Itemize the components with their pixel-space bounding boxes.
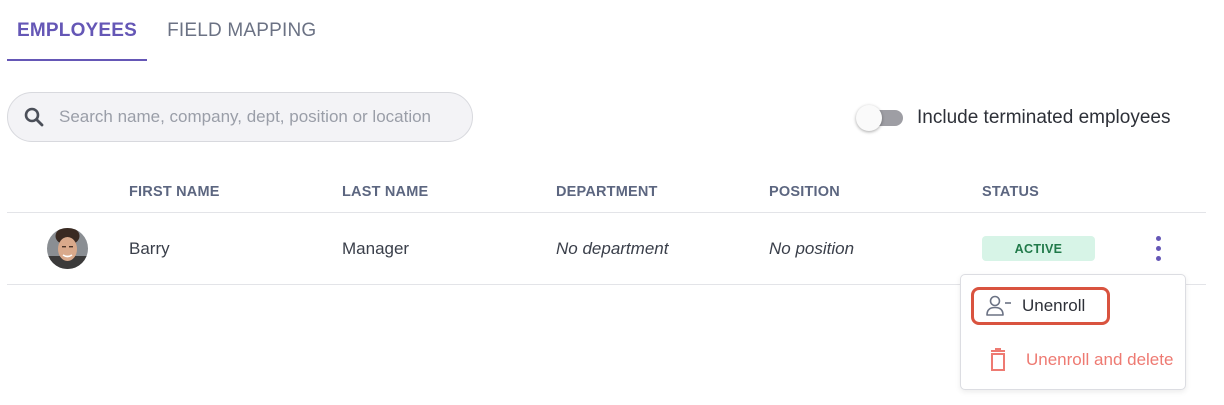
search-icon	[24, 107, 44, 127]
avatar	[47, 228, 88, 269]
tab-employees[interactable]: EMPLOYEES	[7, 0, 148, 62]
cell-last-name: Manager	[342, 239, 410, 258]
column-header-last-name[interactable]: LAST NAME	[342, 184, 428, 200]
search-input[interactable]	[59, 93, 444, 141]
trash-icon	[991, 348, 1005, 371]
unenroll-and-delete-label: Unenroll and delete	[1026, 350, 1174, 369]
row-actions-menu-button[interactable]	[1149, 234, 1167, 264]
include-terminated-toggle-group: Include terminated employees	[856, 104, 1170, 132]
unenroll-label: Unenroll	[1022, 296, 1086, 315]
tab-field-mapping[interactable]: FIELD MAPPING	[157, 0, 326, 62]
cell-department: No department	[556, 239, 669, 258]
column-header-status[interactable]: STATUS	[982, 184, 1039, 200]
kebab-dot-icon	[1156, 246, 1161, 251]
include-terminated-label: Include terminated employees	[917, 107, 1171, 128]
unenroll-menu-item[interactable]: Unenroll	[971, 287, 1110, 325]
user-minus-icon	[986, 295, 1011, 316]
column-header-position[interactable]: POSITION	[769, 184, 840, 200]
cell-first-name: Barry	[129, 239, 170, 258]
kebab-dot-icon	[1156, 236, 1161, 241]
include-terminated-toggle[interactable]	[856, 104, 903, 132]
cell-position: No position	[769, 239, 855, 258]
row-actions-dropdown: Unenroll Unenroll and delete	[960, 274, 1186, 390]
search-bar	[7, 92, 473, 142]
tab-bar: EMPLOYEES FIELD MAPPING	[7, 0, 326, 62]
table-header: FIRST NAME LAST NAME DEPARTMENT POSITION…	[7, 172, 1206, 213]
status-badge: ACTIVE	[982, 236, 1095, 261]
kebab-dot-icon	[1156, 256, 1161, 261]
unenroll-and-delete-menu-item[interactable]: Unenroll and delete	[971, 341, 1179, 379]
column-header-department[interactable]: DEPARTMENT	[556, 184, 658, 200]
toggle-knob	[856, 105, 882, 131]
column-header-first-name[interactable]: FIRST NAME	[129, 184, 220, 200]
